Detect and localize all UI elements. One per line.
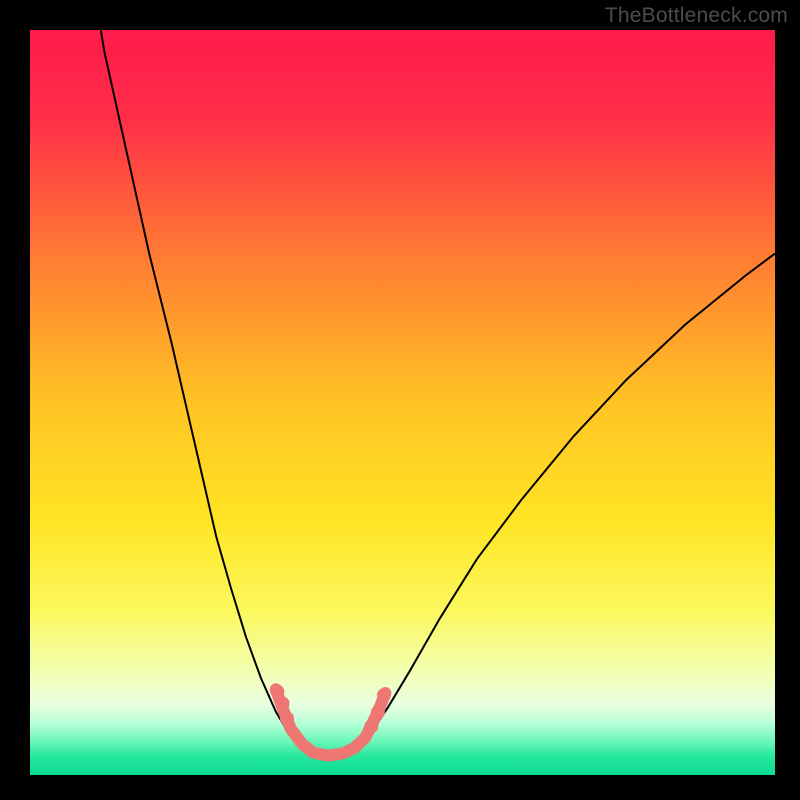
- series-right-curve: [350, 254, 775, 750]
- curve-layer: [30, 30, 775, 775]
- marker-dot: [280, 711, 294, 725]
- watermark-text: TheBottleneck.com: [605, 4, 788, 28]
- marker-dot: [377, 688, 391, 702]
- marker-dot: [371, 705, 385, 719]
- series-left-curve: [101, 30, 310, 751]
- plot-area: [30, 30, 775, 775]
- marker-dot: [276, 696, 290, 710]
- chart-frame: TheBottleneck.com: [0, 0, 800, 800]
- marker-dot: [270, 685, 284, 699]
- marker-dot: [364, 720, 378, 734]
